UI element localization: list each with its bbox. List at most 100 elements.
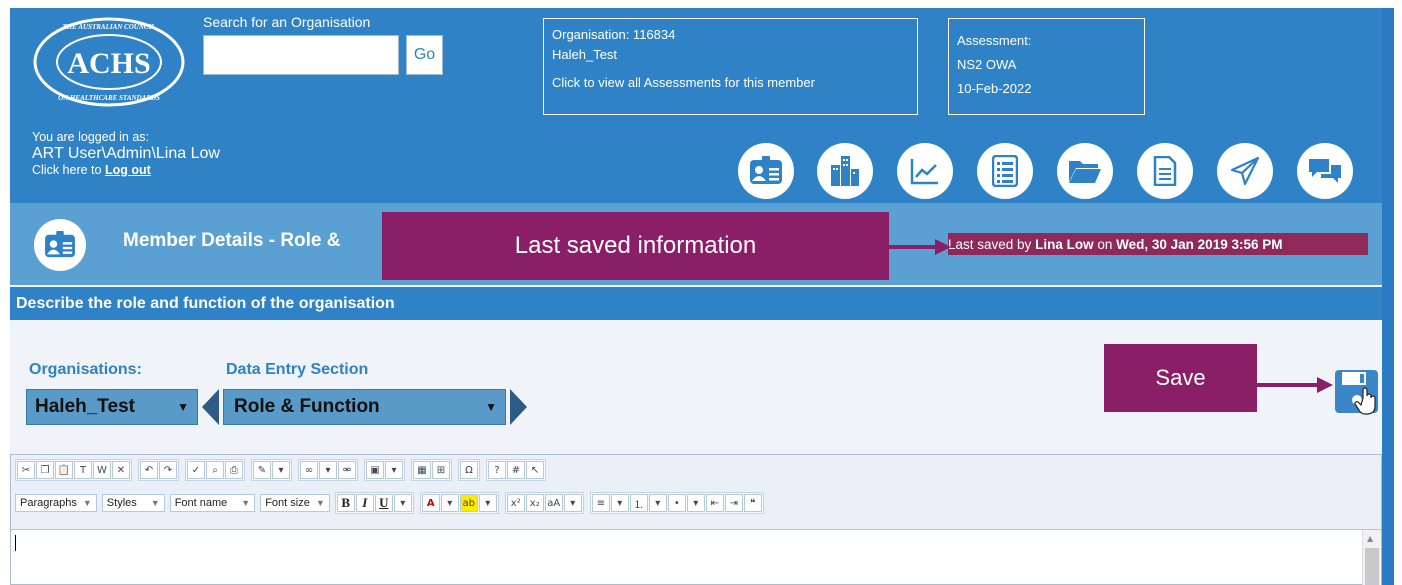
- help-icon[interactable]: ?: [488, 461, 506, 479]
- editor-content-area[interactable]: [11, 530, 1363, 585]
- paste-text-icon[interactable]: T: [74, 461, 92, 479]
- chevron-down-icon[interactable]: ▾: [478, 494, 497, 512]
- last-saved-callout: Last saved information: [382, 212, 889, 280]
- last-saved-user: Lina Low: [1035, 236, 1094, 252]
- chevron-down-icon[interactable]: ▾: [385, 461, 403, 479]
- scroll-up-icon[interactable]: ▲: [1367, 534, 1373, 543]
- blockquote-icon[interactable]: ❝: [743, 494, 762, 512]
- organisation-info-box[interactable]: Organisation: 116834 Haleh_Test Click to…: [543, 18, 918, 115]
- logout-link[interactable]: Log out: [105, 163, 151, 177]
- rich-text-editor: ✂ ❐ 📋 T W ✕ ↶ ↷ ✓ ⌕ ⎙ ✎ ▾ ∞ ▾ ⚮ ▣ ▾ ▦ ⊞ …: [10, 454, 1382, 585]
- view-assessments-link[interactable]: Click to view all Assessments for this m…: [552, 73, 909, 93]
- table-cell-icon[interactable]: ⊞: [432, 461, 450, 479]
- text-case-icon[interactable]: aA: [544, 494, 563, 512]
- paragraphs-dropdown[interactable]: Paragraphs ▼: [15, 494, 97, 512]
- pointer-icon[interactable]: ↖: [526, 461, 544, 479]
- organisation-search-input[interactable]: [203, 35, 399, 75]
- outdent-icon[interactable]: ⇤: [705, 494, 724, 512]
- chevron-down-icon[interactable]: ▾: [648, 494, 667, 512]
- superscript-icon[interactable]: x²: [506, 494, 525, 512]
- checklist-icon[interactable]: [977, 143, 1033, 199]
- callout-arrow-icon: [889, 239, 951, 255]
- section-description-bar: Describe the role and function of the or…: [10, 287, 1382, 320]
- format-painter-icon[interactable]: ✎: [253, 461, 271, 479]
- chat-icon[interactable]: [1297, 143, 1353, 199]
- assessment-name: NS2 OWA: [957, 57, 1017, 72]
- organisation-id: Organisation: 116834: [552, 27, 676, 42]
- paste-word-icon[interactable]: W: [93, 461, 111, 479]
- copy-icon[interactable]: ❐: [36, 461, 54, 479]
- bold-button[interactable]: B: [336, 494, 355, 512]
- header: ACHS THE AUSTRALIAN COUNCIL ON HEALTHCAR…: [10, 8, 1382, 203]
- subscript-icon[interactable]: x₂: [525, 494, 544, 512]
- special-char-icon[interactable]: Ω: [460, 461, 478, 479]
- chevron-down-icon[interactable]: ▾: [440, 494, 459, 512]
- numbered-list-icon[interactable]: ⒈: [629, 494, 648, 512]
- member-details-icon[interactable]: [738, 143, 794, 199]
- organisation-select[interactable]: Haleh_Test ▼: [26, 389, 198, 425]
- reports-chart-icon[interactable]: [897, 143, 953, 199]
- send-icon[interactable]: [1217, 143, 1273, 199]
- svg-text:ON HEALTHCARE STANDARDS: ON HEALTHCARE STANDARDS: [58, 94, 160, 102]
- organisation-structure-icon[interactable]: [817, 143, 873, 199]
- redo-icon[interactable]: ↷: [159, 461, 177, 479]
- toolbar-row-2: Paragraphs ▼ Styles ▼ Font name ▼ Font size…: [15, 492, 768, 514]
- scrollbar-thumb[interactable]: [1365, 548, 1379, 585]
- grid-icon[interactable]: #: [507, 461, 525, 479]
- achs-logo-icon: ACHS THE AUSTRALIAN COUNCIL ON HEALTHCAR…: [33, 17, 185, 107]
- save-icon[interactable]: [1333, 368, 1380, 418]
- last-saved-datetime: Wed, 30 Jan 2019 3:56 PM: [1116, 236, 1283, 252]
- chevron-down-icon[interactable]: ▾: [610, 494, 629, 512]
- cut-icon[interactable]: ✂: [17, 461, 35, 479]
- link-icon[interactable]: ∞: [300, 461, 318, 479]
- table-icon[interactable]: ▦: [413, 461, 431, 479]
- italic-button[interactable]: I: [355, 494, 374, 512]
- chevron-down-icon[interactable]: ▾: [393, 494, 412, 512]
- folder-icon[interactable]: [1057, 143, 1113, 199]
- page-title: Member Details - Role &: [123, 230, 341, 251]
- unlink-icon[interactable]: ⚮: [338, 461, 356, 479]
- chevron-down-icon[interactable]: ▾: [686, 494, 705, 512]
- image-icon[interactable]: ▣: [366, 461, 384, 479]
- align-icon[interactable]: ≡: [591, 494, 610, 512]
- previous-section-arrow-icon[interactable]: [202, 389, 219, 425]
- find-icon[interactable]: ⌕: [206, 461, 224, 479]
- chevron-down-icon: ▼: [485, 400, 497, 414]
- print-icon[interactable]: ⎙: [225, 461, 243, 479]
- font-size-dropdown[interactable]: Font size ▼: [260, 494, 330, 512]
- callout-arrow-icon: [1257, 377, 1333, 393]
- spellcheck-icon[interactable]: ✓: [187, 461, 205, 479]
- chevron-down-icon[interactable]: ▾: [319, 461, 337, 479]
- underline-button[interactable]: U: [374, 494, 393, 512]
- logo-text: ACHS: [67, 47, 150, 80]
- data-entry-section-label: Data Entry Section: [226, 361, 369, 378]
- font-name-dropdown[interactable]: Font name ▼: [169, 494, 256, 512]
- indent-icon[interactable]: ⇥: [724, 494, 743, 512]
- paste-icon[interactable]: 📋: [55, 461, 73, 479]
- clear-icon[interactable]: ✕: [112, 461, 130, 479]
- member-details-page-icon: [34, 219, 86, 271]
- editor-scrollbar[interactable]: ▲: [1362, 530, 1381, 585]
- bullet-list-icon[interactable]: •: [667, 494, 686, 512]
- assessment-info-box: Assessment: NS2 OWA 10-Feb-2022: [948, 18, 1145, 115]
- page-scrollbar[interactable]: [1382, 8, 1394, 585]
- undo-icon[interactable]: ↶: [140, 461, 158, 479]
- data-entry-section-select[interactable]: Role & Function ▼: [223, 389, 506, 425]
- document-icon[interactable]: [1137, 143, 1193, 199]
- search-label: Search for an Organisation: [203, 14, 371, 30]
- login-info: You are logged in as: ART User\Admin\Lin…: [32, 130, 220, 178]
- toolbar-row-1: ✂ ❐ 📋 T W ✕ ↶ ↷ ✓ ⌕ ⎙ ✎ ▾ ∞ ▾ ⚮ ▣ ▾ ▦ ⊞ …: [15, 459, 550, 481]
- organisations-label: Organisations:: [29, 361, 142, 378]
- font-color-icon[interactable]: A: [421, 494, 440, 512]
- svg-text:THE AUSTRALIAN COUNCIL: THE AUSTRALIAN COUNCIL: [62, 23, 155, 31]
- organisation-name: Haleh_Test: [552, 47, 618, 62]
- text-cursor: [15, 535, 16, 551]
- last-saved-prefix: Last saved by: [948, 236, 1032, 252]
- styles-dropdown[interactable]: Styles ▼: [101, 494, 165, 512]
- go-button[interactable]: Go: [406, 35, 443, 75]
- highlight-icon[interactable]: ab: [459, 494, 478, 512]
- chevron-down-icon[interactable]: ▾: [563, 494, 582, 512]
- next-section-arrow-icon[interactable]: [510, 389, 527, 425]
- chevron-down-icon[interactable]: ▾: [272, 461, 290, 479]
- assessment-label: Assessment:: [957, 33, 1032, 48]
